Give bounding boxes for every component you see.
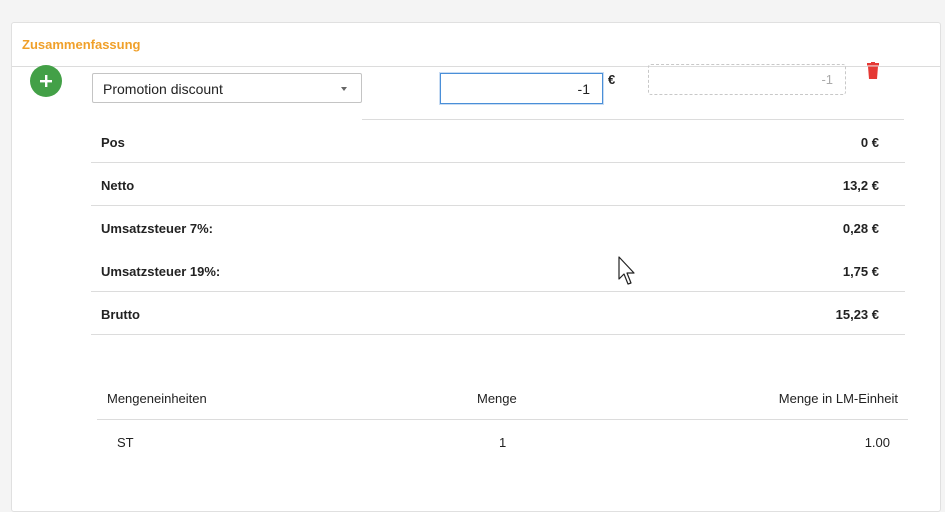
column-header-quantity: Menge bbox=[477, 391, 517, 406]
table-row: ST 1 1.00 bbox=[97, 420, 908, 464]
table-cell-unit: ST bbox=[117, 435, 134, 450]
total-label: Pos bbox=[101, 135, 125, 150]
discount-computed-value: -1 bbox=[821, 72, 833, 87]
table-header: Mengeneinheiten Menge Menge in LM-Einhei… bbox=[97, 376, 908, 420]
total-label: Netto bbox=[101, 178, 135, 193]
total-row-netto: Netto 13,2 € bbox=[91, 163, 905, 206]
total-row-pos: Pos 0 € bbox=[91, 120, 905, 163]
column-header-lm-quantity: Menge in LM-Einheit bbox=[778, 391, 898, 406]
discount-computed-field: -1 bbox=[648, 64, 846, 95]
table-cell-quantity: 1 bbox=[499, 435, 507, 450]
add-discount-button[interactable] bbox=[30, 65, 62, 97]
total-value: 13,2 € bbox=[842, 178, 879, 193]
total-value: 15,23 € bbox=[835, 307, 879, 322]
total-value: 1,75 € bbox=[842, 264, 879, 279]
discount-type-select[interactable]: Promotion discount bbox=[92, 73, 362, 103]
panel-title: Zusammenfassung bbox=[22, 37, 141, 52]
total-label: Umsatzsteuer 7%: bbox=[101, 221, 213, 236]
total-row-vat-7: Umsatzsteuer 7%: 0,28 € bbox=[91, 206, 905, 249]
total-label: Brutto bbox=[101, 307, 140, 322]
discount-amount-input[interactable] bbox=[440, 73, 603, 104]
plus-icon bbox=[40, 75, 52, 87]
total-row-brutto: Brutto 15,23 € bbox=[91, 292, 905, 335]
column-header-units: Mengeneinheiten bbox=[107, 391, 207, 406]
total-value: 0 € bbox=[860, 135, 879, 150]
currency-symbol: € bbox=[608, 72, 616, 87]
total-row-vat-19: Umsatzsteuer 19%: 1,75 € bbox=[91, 249, 905, 292]
caret-down-icon bbox=[341, 87, 347, 91]
panel-header: Zusammenfassung bbox=[12, 23, 940, 67]
units-table: Mengeneinheiten Menge Menge in LM-Einhei… bbox=[97, 376, 908, 464]
table-cell-lm-quantity: 1.00 bbox=[864, 435, 890, 450]
trash-icon[interactable] bbox=[866, 62, 880, 80]
totals-section: Pos 0 € Netto 13,2 € Umsatzsteuer 7%: 0,… bbox=[91, 120, 905, 335]
discount-type-value: Promotion discount bbox=[103, 81, 223, 97]
total-label: Umsatzsteuer 19%: bbox=[101, 264, 221, 279]
total-value: 0,28 € bbox=[842, 221, 879, 236]
